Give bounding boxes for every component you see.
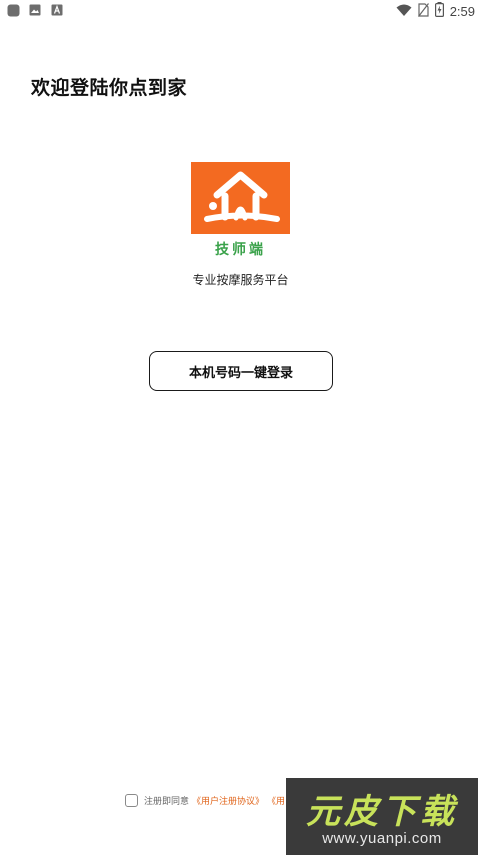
user-agreement-link[interactable]: 《用户注册协议》: [192, 794, 264, 807]
one-click-login-button[interactable]: 本机号码一键登录: [149, 351, 333, 391]
watermark-title: 元皮下载: [306, 792, 458, 832]
agreement-checkbox[interactable]: [125, 793, 138, 807]
battery-charging-icon: [434, 2, 444, 21]
agreement-prefix: 注册即同意: [144, 796, 190, 807]
agreement-row: 注册即同意 《用户注册协议》 《用: [125, 792, 285, 808]
app-icon: [6, 3, 20, 17]
watermark-url: www.yuanpi.com: [322, 830, 442, 847]
tagline: 专业按摩服务平台: [192, 273, 289, 287]
app-logo: 技师端: [191, 162, 290, 261]
status-bar: 2:59: [0, 0, 481, 22]
login-button-label: 本机号码一键登录: [188, 365, 293, 381]
watermark-overlay: 元皮下载 www.yuanpi.com: [286, 778, 478, 855]
wifi-icon: [396, 2, 412, 21]
logo-caption: 技师端: [215, 241, 266, 258]
image-icon: [28, 3, 42, 17]
font-icon: [50, 3, 64, 17]
no-sim-icon: [417, 2, 429, 21]
welcome-title: 欢迎登陆你点到家: [31, 77, 188, 99]
clock: 2:59: [449, 4, 475, 19]
privacy-link[interactable]: 《用: [267, 794, 285, 807]
